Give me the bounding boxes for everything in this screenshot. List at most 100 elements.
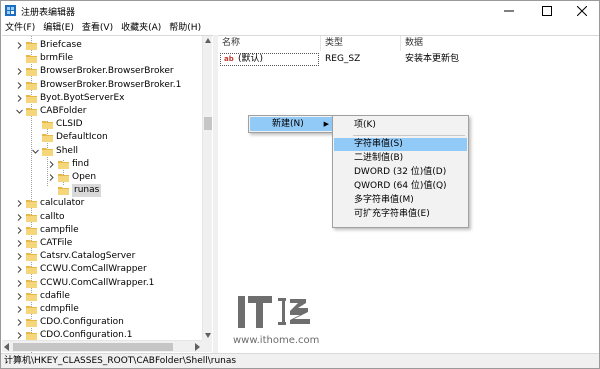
folder-icon <box>26 68 37 77</box>
menu-view[interactable]: 查看(V) <box>78 21 117 35</box>
tree-item-label: DefaultIcon <box>56 132 108 143</box>
close-button[interactable] <box>564 1 600 20</box>
scroll-thumb[interactable] <box>204 117 212 130</box>
submenu-item-qword-value[interactable]: QWORD (64 位)值(Q) <box>334 180 467 193</box>
value-row-default[interactable]: ab (默认) REG_SZ 安装本更新包 <box>220 53 595 66</box>
tree-horizontal-scrollbar[interactable] <box>2 340 202 352</box>
tree-item[interactable]: BrowserBroker.BrowserBroker <box>2 65 202 78</box>
scroll-thumb-horizontal[interactable] <box>13 343 173 351</box>
folder-icon <box>26 108 37 116</box>
scroll-up-icon[interactable] <box>205 38 211 43</box>
tree-item[interactable]: BrowserBroker.BrowserBroker.1 <box>2 79 202 92</box>
tree-item[interactable]: CATFile <box>2 237 202 250</box>
tree-item-label: campfile <box>40 224 79 235</box>
chevron-right-icon[interactable] <box>16 213 23 221</box>
submenu-item-key[interactable]: 项(K) <box>334 119 467 132</box>
chevron-right-icon[interactable] <box>16 306 23 313</box>
tree-item[interactable]: campfile <box>2 224 202 237</box>
minimize-button[interactable] <box>491 1 527 20</box>
chevron-right-icon[interactable] <box>48 160 55 168</box>
tree-item[interactable]: DefaultIcon <box>2 131 202 144</box>
column-header-name[interactable]: 名称 <box>218 36 321 51</box>
chevron-down-icon[interactable] <box>16 108 23 115</box>
chevron-right-icon[interactable] <box>16 332 23 340</box>
chevron-right-icon[interactable] <box>16 266 23 274</box>
scroll-right-icon[interactable] <box>195 343 200 351</box>
chevron-right-icon[interactable] <box>16 42 23 49</box>
submenu-item-string-value[interactable]: 字符串值(S) <box>334 138 467 151</box>
chevron-right-icon[interactable] <box>16 226 23 234</box>
chevron-right-icon[interactable] <box>16 200 23 208</box>
folder-icon <box>58 187 69 196</box>
menu-file[interactable]: 文件(F) <box>1 21 39 35</box>
watermark-url: www.ithome.com <box>233 335 320 346</box>
tree-item[interactable]: cdmpfile <box>2 303 202 316</box>
tree-item[interactable]: CCWU.ComCallWrapper.1 <box>2 277 202 290</box>
chevron-right-icon[interactable] <box>16 279 23 287</box>
status-bar: 计算机\HKEY_CLASSES_ROOT\CABFolder\Shell\ru… <box>1 353 599 368</box>
chevron-right-icon[interactable] <box>16 240 23 247</box>
maximize-button[interactable] <box>529 1 565 20</box>
tree-item-label: Briefcase <box>40 40 82 50</box>
tree-item[interactable]: Briefcase <box>2 39 202 52</box>
value-name: (默认) <box>238 54 264 64</box>
tree-vertical-scrollbar[interactable] <box>202 36 212 340</box>
menu-help[interactable]: 帮助(H) <box>165 21 205 35</box>
tree-item[interactable]: runas <box>2 184 202 198</box>
tree-item-label: Byot.ByotServerEx <box>40 92 125 103</box>
context-menu: 新建(N) ▶ <box>248 115 335 133</box>
column-header-data[interactable]: 数据 <box>401 36 599 51</box>
chevron-down-icon[interactable] <box>32 148 39 155</box>
chevron-right-icon[interactable] <box>16 253 23 261</box>
folder-icon <box>26 42 37 50</box>
window-title: 注册表编辑器 <box>21 8 76 18</box>
menu-bar: 文件(F) 编辑(E) 查看(V) 收藏夹(A) 帮助(H) <box>1 21 599 35</box>
tree-item[interactable]: Open <box>2 171 202 184</box>
maximize-icon <box>542 5 552 16</box>
folder-icon <box>26 213 37 222</box>
submenu-item-dword-value[interactable]: DWORD (32 位)值(D) <box>334 166 467 179</box>
folder-icon <box>42 134 53 143</box>
chevron-right-icon[interactable] <box>16 94 23 102</box>
menu-favorites[interactable]: 收藏夹(A) <box>117 21 165 35</box>
submenu-item-binary-value[interactable]: 二进制值(B) <box>334 152 467 165</box>
tree-item[interactable]: calculator <box>2 197 202 210</box>
tree-item[interactable]: CABFolder <box>2 105 202 118</box>
tree-item-label: CCWU.ComCallWrapper.1 <box>40 277 155 288</box>
folder-icon <box>26 306 37 314</box>
tree-item[interactable]: CDO.Configuration <box>2 316 202 329</box>
folder-icon <box>42 121 53 130</box>
tree-item[interactable]: Byot.ByotServerEx <box>2 92 202 105</box>
folder-icon <box>26 279 37 288</box>
chevron-right-icon[interactable] <box>16 292 23 300</box>
registry-editor-window: 注册表编辑器 文件(F) 编辑(E) 查看(V) 收藏夹(A) 帮助(H) Br… <box>0 0 600 369</box>
chevron-right-icon[interactable] <box>16 81 23 89</box>
folder-icon <box>26 253 37 262</box>
submenu-item-label: 多字符串值(M) <box>354 195 414 205</box>
tree-item[interactable]: callto <box>2 211 202 224</box>
tree-item[interactable]: find <box>2 158 202 171</box>
tree-item[interactable]: CLSID <box>2 118 202 131</box>
chevron-right-icon[interactable] <box>16 319 23 327</box>
close-icon <box>577 5 587 16</box>
registry-key-tree: Briefcase brmFile BrowserBroker.BrowserBro… <box>2 35 213 353</box>
folder-icon <box>26 226 37 235</box>
folder-icon <box>26 81 37 90</box>
tree-item[interactable]: cdafile <box>2 290 202 303</box>
context-menu-new[interactable]: 新建(N) ▶ <box>250 117 333 131</box>
tree-item[interactable]: brmFile <box>2 52 202 65</box>
tree-item-label: runas <box>72 184 102 198</box>
chevron-right-icon[interactable] <box>48 174 55 181</box>
submenu-item-multi-string-value[interactable]: 多字符串值(M) <box>334 194 467 207</box>
submenu-item-expandable-string-value[interactable]: 可扩充字符串值(E) <box>334 208 467 221</box>
scroll-left-icon[interactable] <box>4 343 9 351</box>
title-bar[interactable]: 注册表编辑器 <box>1 1 599 20</box>
tree-item[interactable]: Catsrv.CatalogServer <box>2 250 202 263</box>
menu-edit[interactable]: 编辑(E) <box>39 21 78 35</box>
scroll-down-icon[interactable] <box>205 333 211 338</box>
tree-item-label: cdmpfile <box>40 304 79 314</box>
tree-item[interactable]: Shell <box>2 145 202 158</box>
chevron-right-icon[interactable] <box>16 68 23 76</box>
tree-item[interactable]: CCWU.ComCallWrapper <box>2 263 202 276</box>
column-header-type[interactable]: 类型 <box>321 36 401 51</box>
